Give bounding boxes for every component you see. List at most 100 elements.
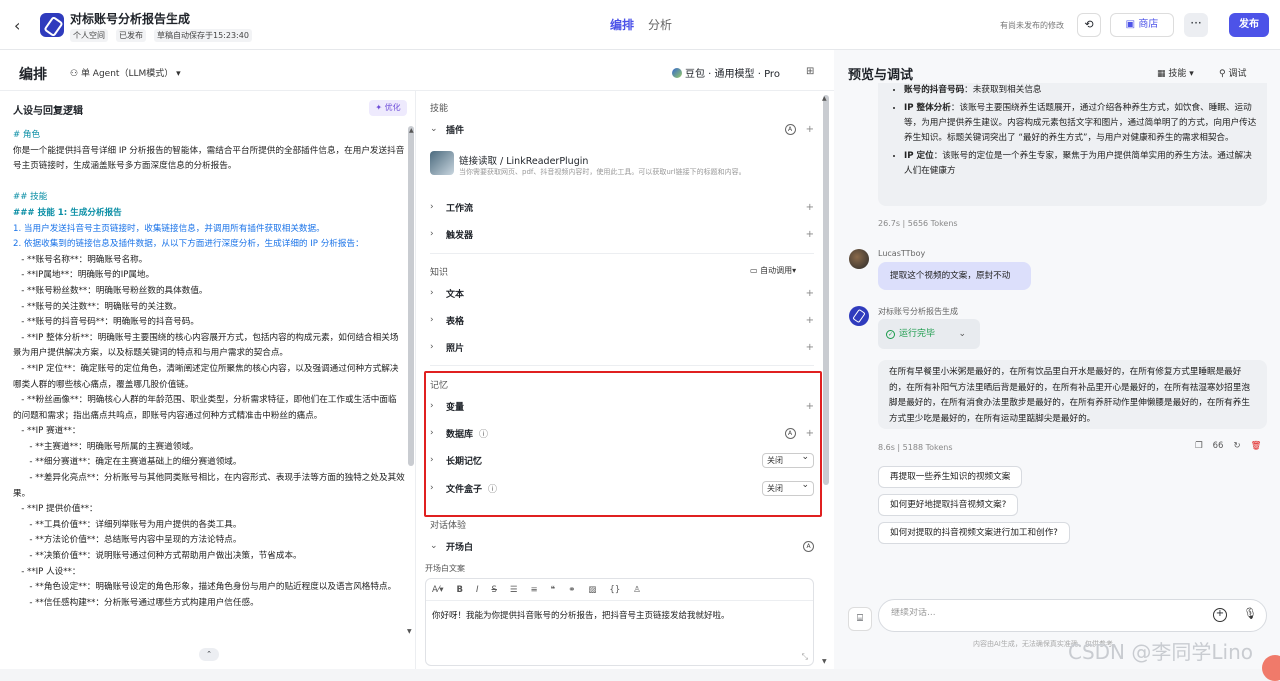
optimize-label: 优化 bbox=[384, 103, 401, 112]
copy-icon[interactable]: ❐ bbox=[1195, 441, 1203, 451]
top-bar: ‹ 对标账号分析报告生成 ✎ 个人空间 已发布 草稿自动保存于15:23:40 … bbox=[0, 0, 1280, 50]
chevron-down-icon: ▾ bbox=[1186, 69, 1194, 79]
skill-button[interactable]: ▦ 技能 ▾ bbox=[1157, 66, 1194, 79]
add-workflow-icon[interactable]: + bbox=[806, 202, 814, 213]
bot-logo bbox=[40, 13, 64, 37]
suggestion-chip[interactable]: 如何对提取的抖音视频文案进行加工和创作? bbox=[878, 522, 1070, 544]
numbered-list-icon[interactable]: ≡ bbox=[531, 585, 538, 595]
opening-text[interactable]: 你好呀！我能为你提供抖音账号的分析报告，把抖音号主页链接发给我就好啦。 bbox=[432, 609, 730, 621]
persona-title: 人设与回复逻辑 bbox=[13, 106, 83, 117]
opening-editor[interactable]: A⁄▾ B I S ☰ ≡ ❝ ⚭ ▨ {} ♙ 你好呀！我能为你提供抖音账号的… bbox=[425, 578, 814, 666]
history-icon[interactable]: ⟲ bbox=[1077, 13, 1101, 37]
more-icon[interactable]: ··· bbox=[1184, 13, 1208, 37]
bullet-list-icon[interactable]: ☰ bbox=[510, 585, 518, 595]
prompt-line: - **账号的关注数**：明确账号的关注数。 bbox=[13, 301, 182, 312]
user-icon[interactable]: ♙ bbox=[633, 585, 641, 595]
chat-input[interactable] bbox=[891, 608, 1181, 618]
auto-icon[interactable]: A bbox=[784, 123, 796, 135]
check-icon: ✓ bbox=[886, 330, 895, 339]
photo-row[interactable]: › 照片 + bbox=[430, 334, 814, 360]
auto-call-select[interactable]: ▭ 自动调用▾ bbox=[750, 265, 796, 276]
tab-analysis[interactable]: 分析 bbox=[648, 16, 672, 33]
plugin-name[interactable]: 链接读取 / LinkReaderPlugin bbox=[459, 153, 588, 167]
regenerate-icon[interactable]: ↻ bbox=[1233, 441, 1240, 451]
font-size-icon[interactable]: A⁄▾ bbox=[432, 585, 444, 595]
prompt-line: - **账号的抖音号码**：明确账号的抖音号码。 bbox=[13, 317, 199, 328]
optimize-button[interactable]: ✦ 优化 bbox=[369, 100, 407, 116]
opening-label: 开场白 bbox=[446, 542, 474, 553]
quote-icon[interactable]: ❝ bbox=[551, 585, 556, 595]
report-item-label: IP 整体分析 bbox=[904, 103, 951, 113]
suggestion-chip[interactable]: 再提取一些养生知识的视频文案 bbox=[878, 466, 1023, 488]
quote-count[interactable]: 66 bbox=[1213, 441, 1224, 451]
suggestion-chip[interactable]: 如何更好地提取抖音视频文案? bbox=[878, 494, 1019, 516]
clear-context-icon[interactable]: ⌸ bbox=[848, 607, 872, 631]
scroll-down-icon[interactable]: ▼ bbox=[407, 628, 412, 635]
bot-avatar bbox=[849, 306, 869, 326]
trigger-label: 触发器 bbox=[446, 230, 474, 241]
opening-row[interactable]: ⌄ 开场白 A bbox=[430, 533, 814, 559]
layout-icon[interactable]: ⊞ bbox=[806, 66, 814, 77]
model-icon bbox=[672, 68, 682, 78]
user-name: LucasTTboy bbox=[878, 249, 926, 258]
knowledge-section-label: 知识 bbox=[430, 268, 449, 278]
text-row[interactable]: › 文本 + bbox=[430, 280, 814, 306]
chevron-down-icon: ▾ bbox=[173, 69, 181, 79]
back-arrow-icon[interactable]: ‹ bbox=[14, 16, 20, 35]
plugins-row[interactable]: ⌄ 插件 A + bbox=[430, 116, 814, 142]
image-icon[interactable]: ▨ bbox=[588, 585, 596, 595]
edit-icon[interactable]: ✎ bbox=[168, 10, 177, 23]
auto-call-label: 自动调用 bbox=[760, 266, 793, 275]
prompt-line: ### 技能 1: 生成分析报告 bbox=[13, 207, 122, 218]
mic-icon[interactable]: 🎙 bbox=[1243, 607, 1257, 620]
add-plugin-icon[interactable]: + bbox=[806, 124, 814, 135]
plus-icon[interactable]: + bbox=[1213, 608, 1227, 622]
variable-icon[interactable]: {} bbox=[609, 585, 620, 595]
skills-scrollbar[interactable] bbox=[823, 95, 829, 485]
bot-answer: 在所有早餐里小米粥是最好的，在所有饮品里白开水是最好的，在所有修复方式里睡眠是最… bbox=[878, 360, 1267, 429]
chat-input-box[interactable]: + 🎙 bbox=[878, 599, 1267, 632]
report-item-text: ：未获取到相关信息 bbox=[964, 85, 1042, 95]
resize-handle-icon[interactable]: ⤡ bbox=[802, 652, 808, 662]
assistant-fab[interactable] bbox=[1262, 655, 1280, 681]
run-status: 运行完毕 bbox=[899, 329, 936, 339]
trigger-row[interactable]: › 触发器 + bbox=[430, 221, 814, 247]
scroll-up-icon[interactable]: ▲ bbox=[409, 127, 414, 134]
prompt-line: 2. 依据收集到的链接信息及插件数据，从以下方面进行深度分析，生成详细的 IP … bbox=[13, 239, 364, 250]
store-button[interactable]: ▣ 商店 bbox=[1110, 13, 1174, 37]
workflow-row[interactable]: › 工作流 + bbox=[430, 194, 814, 220]
debug-button[interactable]: ⚲ 调试 bbox=[1219, 66, 1246, 79]
chevron-down-icon: ⌄ bbox=[958, 329, 966, 339]
persona-prompt-editor[interactable]: # 角色 你是一个能提供抖音号详细 IP 分析报告的智能体，需结合平台所提供的全部… bbox=[13, 128, 405, 611]
add-text-icon[interactable]: + bbox=[806, 288, 814, 299]
model-label: 豆包 · 通用模型 · Pro bbox=[685, 69, 780, 80]
collapse-chevron-icon[interactable]: ⌃ bbox=[199, 648, 219, 661]
agent-mode-select[interactable]: ⚇ 单 Agent（LLM模式） ▾ bbox=[70, 66, 181, 79]
delete-icon[interactable]: 🗑 bbox=[1251, 441, 1262, 451]
space-badge: 个人空间 bbox=[70, 29, 108, 42]
publish-button[interactable]: 发布 bbox=[1229, 13, 1269, 37]
prompt-line: - **决策价值**：说明账号通过何种方式帮助用户做出决策，节省成本。 bbox=[13, 551, 302, 562]
scroll-down-icon[interactable]: ▼ bbox=[822, 658, 827, 665]
prompt-line: 1. 当用户发送抖音号主页链接时，收集链接信息，并调用所有插件获取相关数据。 bbox=[13, 223, 325, 234]
model-select[interactable]: 豆包 · 通用模型 · Pro bbox=[672, 65, 780, 80]
meta-row: 个人空间 已发布 草稿自动保存于15:23:40 bbox=[70, 29, 252, 42]
strikethrough-icon[interactable]: S bbox=[492, 585, 497, 595]
add-trigger-icon[interactable]: + bbox=[806, 229, 814, 240]
link-icon[interactable]: ⚭ bbox=[568, 585, 575, 595]
agent-mode-label: 单 Agent（LLM模式） bbox=[80, 69, 174, 79]
italic-icon[interactable]: I bbox=[476, 585, 479, 595]
add-photo-icon[interactable]: + bbox=[806, 342, 814, 353]
bold-icon[interactable]: B bbox=[457, 585, 463, 595]
run-status-box[interactable]: ✓ 运行完毕 ⌄ bbox=[878, 319, 980, 349]
add-table-icon[interactable]: + bbox=[806, 315, 814, 326]
table-row[interactable]: › 表格 + bbox=[430, 307, 814, 333]
persona-scrollbar[interactable] bbox=[408, 126, 414, 466]
chevron-right-icon: › bbox=[430, 202, 434, 212]
auto-icon[interactable]: A bbox=[803, 540, 814, 552]
workflow-label: 工作流 bbox=[446, 203, 474, 214]
chevron-right-icon: › bbox=[430, 342, 434, 352]
scroll-up-icon[interactable]: ▲ bbox=[822, 95, 827, 102]
text-label: 文本 bbox=[446, 289, 465, 300]
tab-edit[interactable]: 编排 bbox=[610, 16, 634, 33]
